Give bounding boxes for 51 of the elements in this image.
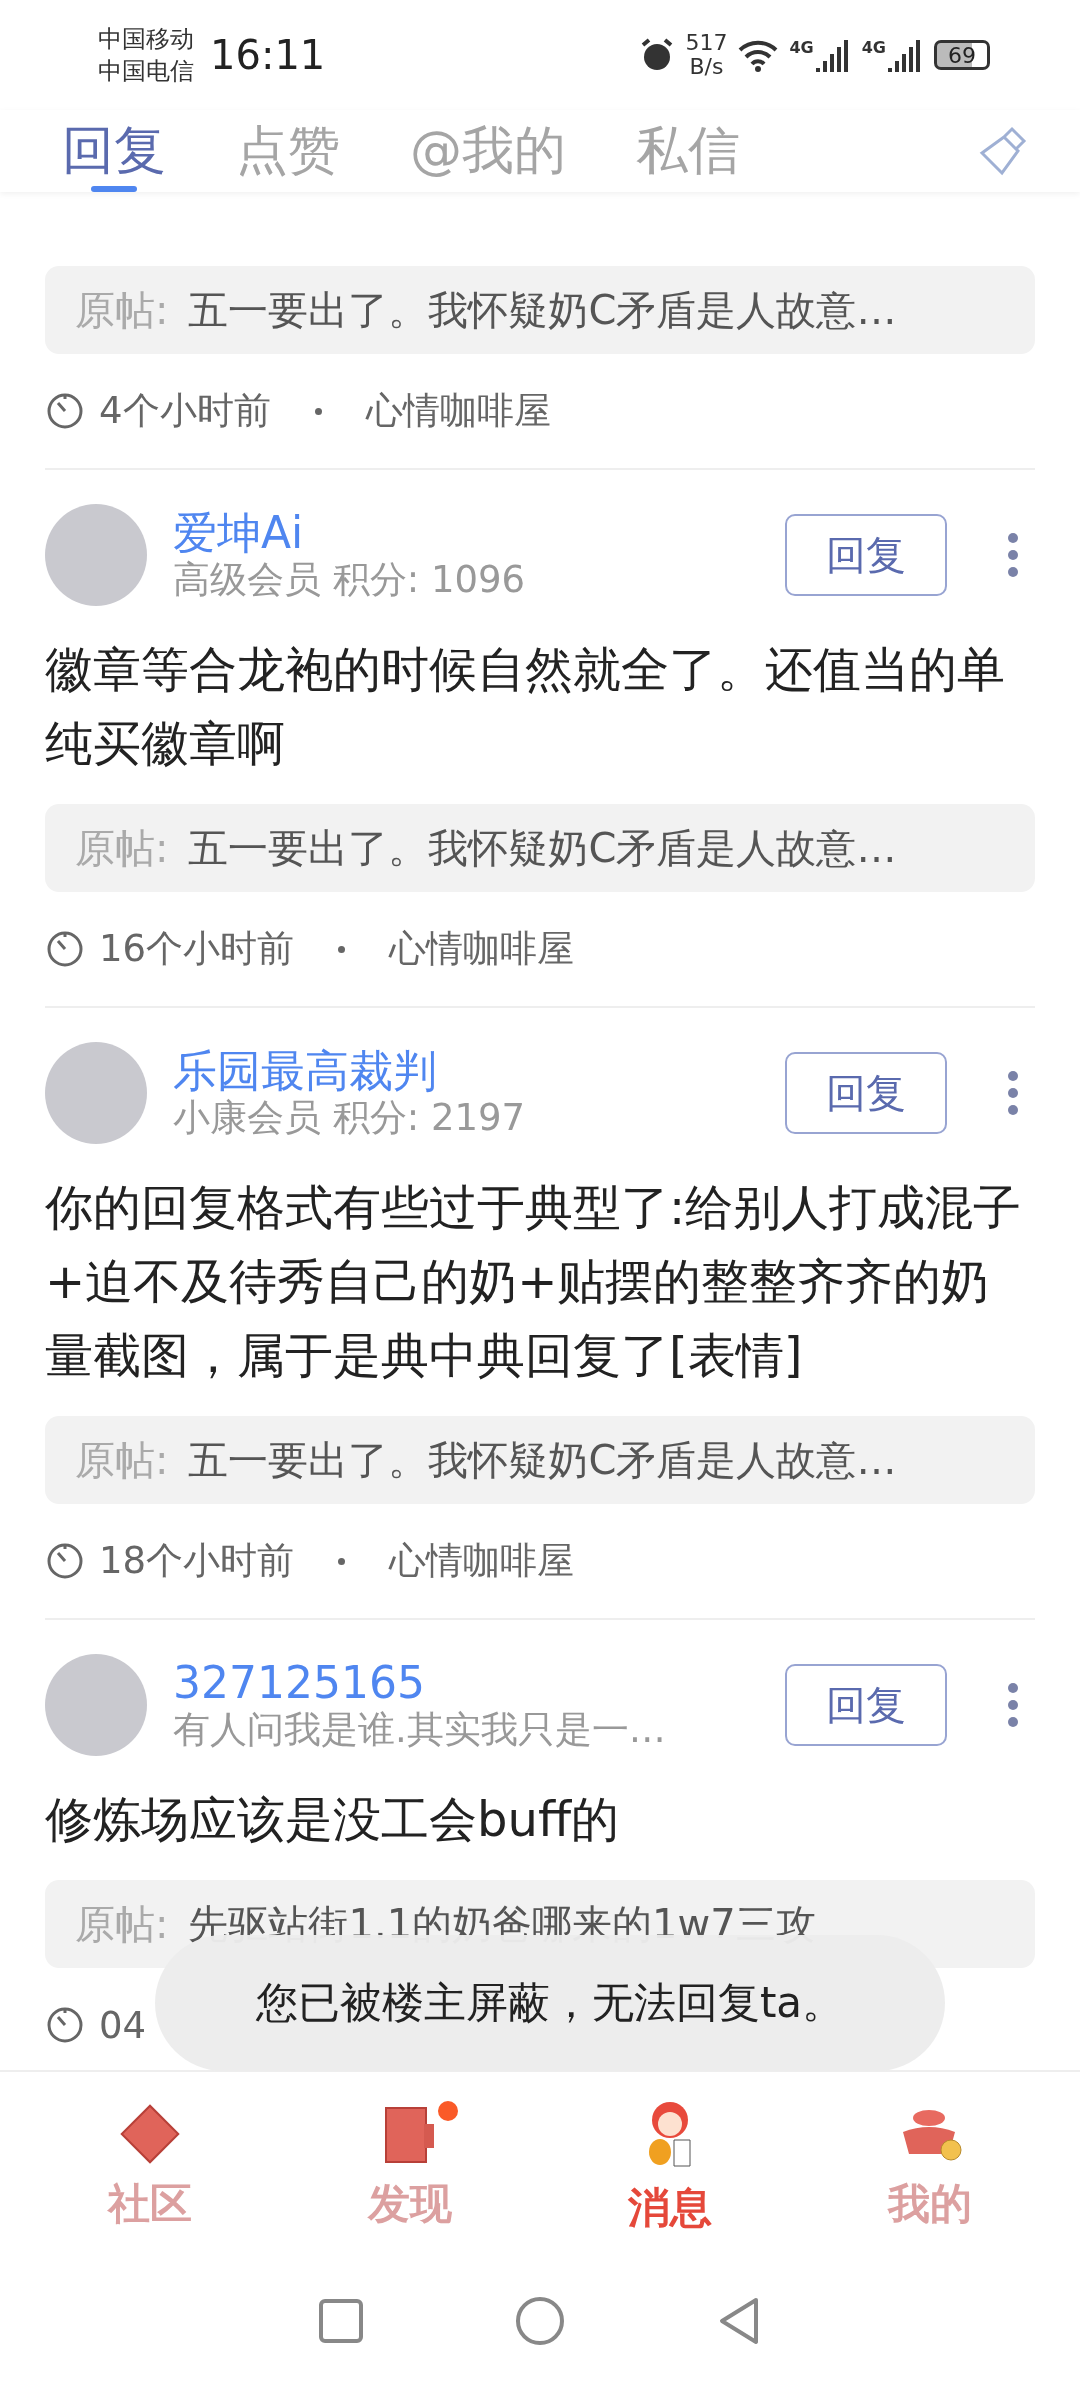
separator-dot bbox=[338, 945, 346, 953]
user-name[interactable]: 乐园最高裁判 bbox=[173, 1046, 785, 1096]
battery-icon: 69 bbox=[934, 40, 990, 70]
original-post-quote[interactable]: 原帖: 五一要出了。我怀疑奶C矛盾是人故意… bbox=[45, 266, 1035, 354]
quote-text: 五一要出了。我怀疑奶C矛盾是人故意… bbox=[188, 285, 897, 335]
forum-name[interactable]: 心情咖啡屋 bbox=[389, 924, 575, 974]
more-icon[interactable] bbox=[1005, 1068, 1021, 1118]
network-speed: 517 bbox=[685, 31, 728, 55]
reply-time: 18个小时前 bbox=[99, 1538, 295, 1584]
quote-text: 五一要出了。我怀疑奶C矛盾是人故意… bbox=[188, 823, 897, 873]
reply-button[interactable]: 回复 bbox=[785, 514, 947, 596]
reply-text: 修炼场应该是没工会buff的 bbox=[45, 1790, 620, 1849]
reply-time: 16个小时前 bbox=[99, 926, 295, 972]
user-level: 高级会员 积分: 1096 bbox=[173, 558, 527, 602]
user-name[interactable]: 爱坤Ai bbox=[173, 508, 785, 558]
user-level: 小康会员 积分: 2197 bbox=[173, 1096, 527, 1140]
quote-label: 原帖: bbox=[75, 285, 169, 335]
original-post-quote[interactable]: 原帖: 五一要出了。我怀疑奶C矛盾是人故意… bbox=[45, 804, 1035, 892]
network-type: 4G bbox=[789, 38, 814, 57]
more-icon[interactable] bbox=[1005, 530, 1021, 580]
carrier-name: 中国电信 bbox=[98, 56, 194, 87]
user-name[interactable]: 327125165 bbox=[173, 1658, 785, 1708]
tab[interactable]: 回复 bbox=[62, 110, 166, 192]
separator-dot bbox=[338, 1557, 346, 1565]
home-icon[interactable] bbox=[514, 2295, 566, 2347]
clock-icon bbox=[45, 391, 85, 431]
reply-button[interactable]: 回复 bbox=[785, 1664, 947, 1746]
reply-text: 徽章等合龙袍的时候自然就全了。还值当的单纯买徽章啊 bbox=[45, 640, 1006, 773]
quote-text: 五一要出了。我怀疑奶C矛盾是人故意… bbox=[188, 1435, 897, 1485]
quote-label: 原帖: bbox=[75, 823, 169, 873]
reply-button[interactable]: 回复 bbox=[785, 1052, 947, 1134]
quote-label: 原帖: bbox=[75, 1435, 169, 1485]
original-post-quote[interactable]: 原帖: 五一要出了。我怀疑奶C矛盾是人故意… bbox=[45, 1416, 1035, 1504]
forum-name[interactable]: 心情咖啡屋 bbox=[389, 1536, 575, 1586]
wifi-icon bbox=[737, 38, 780, 72]
clock-time: 16:11 bbox=[210, 32, 326, 78]
reply-text: 你的回复格式有些过于典型了:给别人打成混子+迫不及待秀自己的奶+贴摆的整整齐齐的奶量截图，属于是典中典回复了[表情] bbox=[45, 1178, 1023, 1385]
speed-unit: B/s bbox=[689, 55, 724, 79]
clock-icon bbox=[45, 2005, 85, 2045]
carrier-name: 中国移动 bbox=[98, 24, 194, 55]
forum-name[interactable]: 心情咖啡屋 bbox=[365, 386, 551, 436]
recent-apps-icon[interactable] bbox=[318, 2298, 364, 2344]
reply-time: 4个小时前 bbox=[99, 388, 271, 434]
more-icon[interactable] bbox=[1005, 1680, 1021, 1730]
clock-icon bbox=[45, 929, 85, 969]
separator-dot bbox=[314, 407, 322, 415]
nav-item[interactable]: 消息 bbox=[570, 2097, 770, 2237]
network-type: 4G bbox=[861, 38, 886, 57]
user-level: 有人问我是谁.其实我只是一… bbox=[173, 1708, 667, 1752]
clock-icon bbox=[45, 1541, 85, 1581]
reply-time: 04 bbox=[99, 2003, 147, 2047]
